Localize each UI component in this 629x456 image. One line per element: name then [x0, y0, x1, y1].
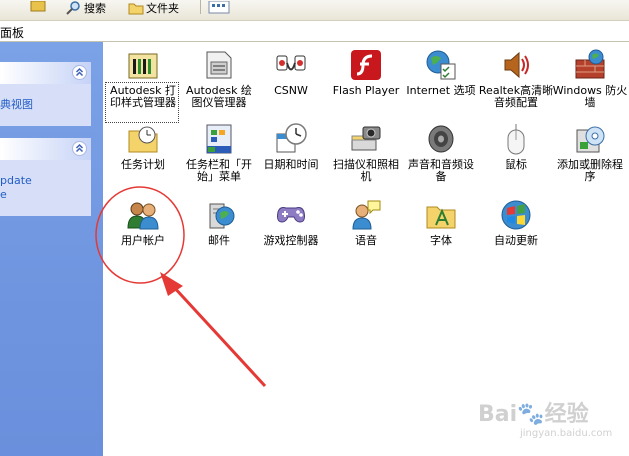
item-label: 任务计划: [121, 158, 165, 171]
item-mouse[interactable]: 鼠标: [478, 122, 554, 171]
speaker-icon: [504, 51, 529, 79]
fonts-folder-icon: [426, 206, 456, 229]
watermark-brand: Bai🐾经验: [478, 402, 589, 427]
item-label: 游戏控制器: [263, 234, 319, 247]
item-taskbar-start-menu[interactable]: 任务栏和「开始」菜单: [181, 122, 257, 183]
flash-icon: [351, 50, 381, 80]
search-icon: [66, 1, 80, 15]
item-label: 任务栏和「开始」菜单: [186, 158, 252, 183]
item-mail[interactable]: 邮件: [181, 198, 257, 247]
help-link[interactable]: e: [0, 188, 7, 201]
globe-checklist-icon: [426, 50, 456, 80]
item-label: CSNW: [274, 84, 308, 97]
chevron-up-icon: [75, 67, 84, 77]
item-label: Flash Player: [332, 84, 400, 97]
folders-button[interactable]: 文件夹: [128, 0, 179, 16]
item-label: 添加或删除程序: [557, 158, 623, 183]
item-label: Windows 防火墙: [552, 84, 628, 109]
paw-icon: 🐾: [517, 402, 545, 427]
classic-view-link[interactable]: 典视图: [0, 96, 33, 112]
item-label: 鼠标: [505, 158, 527, 171]
speaker-icon: [428, 125, 454, 153]
add-remove-programs-icon: [576, 126, 605, 153]
item-autodesk-plotter[interactable]: Autodesk 绘图仪管理器: [181, 48, 257, 109]
watermark-url: jingyan.baidu.com: [520, 428, 613, 439]
network-client-icon: [276, 55, 306, 71]
item-windows-firewall[interactable]: Windows 防火墙: [552, 48, 628, 109]
collapse-button[interactable]: [72, 65, 87, 80]
item-sound-audio[interactable]: 声音和音频设备: [403, 122, 479, 183]
users-icon: [127, 202, 159, 230]
collapse-button[interactable]: [72, 141, 87, 156]
search-button[interactable]: 搜索: [66, 0, 106, 16]
item-scanners-cameras[interactable]: 扫描仪和照相机: [328, 122, 404, 183]
clock-calendar-icon: [276, 123, 307, 153]
folders-label: 文件夹: [146, 2, 179, 15]
gamepad-icon: [277, 207, 305, 223]
item-label: 日期和时间: [263, 158, 319, 171]
firewall-icon: [575, 49, 605, 79]
address-value: 面板: [0, 26, 25, 40]
item-label: Autodesk 绘图仪管理器: [186, 84, 252, 109]
item-label: 扫描仪和照相机: [333, 158, 399, 183]
item-label: 语音: [355, 234, 377, 247]
mail-icon: [209, 203, 235, 229]
windows-update-icon: [501, 200, 531, 230]
windows-update-link[interactable]: pdate: [0, 174, 32, 187]
toolbar: 搜索 文件夹: [0, 0, 629, 21]
back-button-partial[interactable]: [30, 0, 48, 16]
plot-style-manager-icon: [128, 53, 158, 79]
item-label: 声音和音频设备: [408, 158, 474, 183]
speech-icon: [352, 200, 381, 230]
folders-icon: [128, 3, 144, 15]
views-icon: [208, 1, 230, 14]
folder-arrow-icon: [30, 1, 46, 12]
item-csnw[interactable]: CSNW: [253, 48, 329, 97]
item-game-controllers[interactable]: 游戏控制器: [253, 198, 329, 247]
search-label: 搜索: [84, 2, 106, 15]
item-internet-options[interactable]: Internet 选项: [403, 48, 479, 97]
item-user-accounts[interactable]: 用户帐户: [105, 198, 181, 247]
item-flash-player[interactable]: Flash Player: [328, 48, 404, 97]
item-label: 自动更新: [494, 234, 538, 247]
item-fonts[interactable]: 字体: [403, 198, 479, 247]
address-bar[interactable]: 面板: [0, 21, 629, 42]
toolbar-separator: [200, 0, 201, 14]
task-box-header[interactable]: [0, 62, 91, 84]
item-label: 用户帐户: [121, 234, 165, 247]
item-speech[interactable]: 语音: [328, 198, 404, 247]
folder-clock-icon: [128, 126, 158, 153]
item-label: 邮件: [208, 234, 230, 247]
mouse-icon: [507, 124, 525, 155]
control-panel-items: Autodesk 打印样式管理器 Autodesk 绘图仪管理器 CSNW Fl…: [103, 42, 629, 456]
item-add-remove-programs[interactable]: 添加或删除程序: [552, 122, 628, 183]
item-label: 字体: [430, 234, 452, 247]
task-box-see-also: pdate e: [0, 138, 91, 216]
plotter-manager-icon: [206, 51, 232, 79]
item-automatic-updates[interactable]: 自动更新: [478, 198, 554, 247]
item-label: Internet 选项: [406, 84, 476, 97]
scanner-camera-icon: [351, 126, 381, 151]
item-scheduled-tasks[interactable]: 任务计划: [105, 122, 181, 171]
task-box-header[interactable]: [0, 138, 91, 160]
item-date-time[interactable]: 日期和时间: [253, 122, 329, 171]
task-box-control-panel: 典视图: [0, 62, 91, 126]
selection-focus-frame: [105, 82, 179, 123]
chevron-up-icon: [75, 143, 84, 153]
views-button[interactable]: [208, 0, 232, 16]
task-pane: 典视图 pdate e: [0, 42, 103, 456]
item-realtek-audio[interactable]: Realtek高清晰音频配置: [478, 48, 554, 109]
item-label: Realtek高清晰音频配置: [478, 84, 554, 109]
taskbar-icon: [206, 124, 232, 154]
